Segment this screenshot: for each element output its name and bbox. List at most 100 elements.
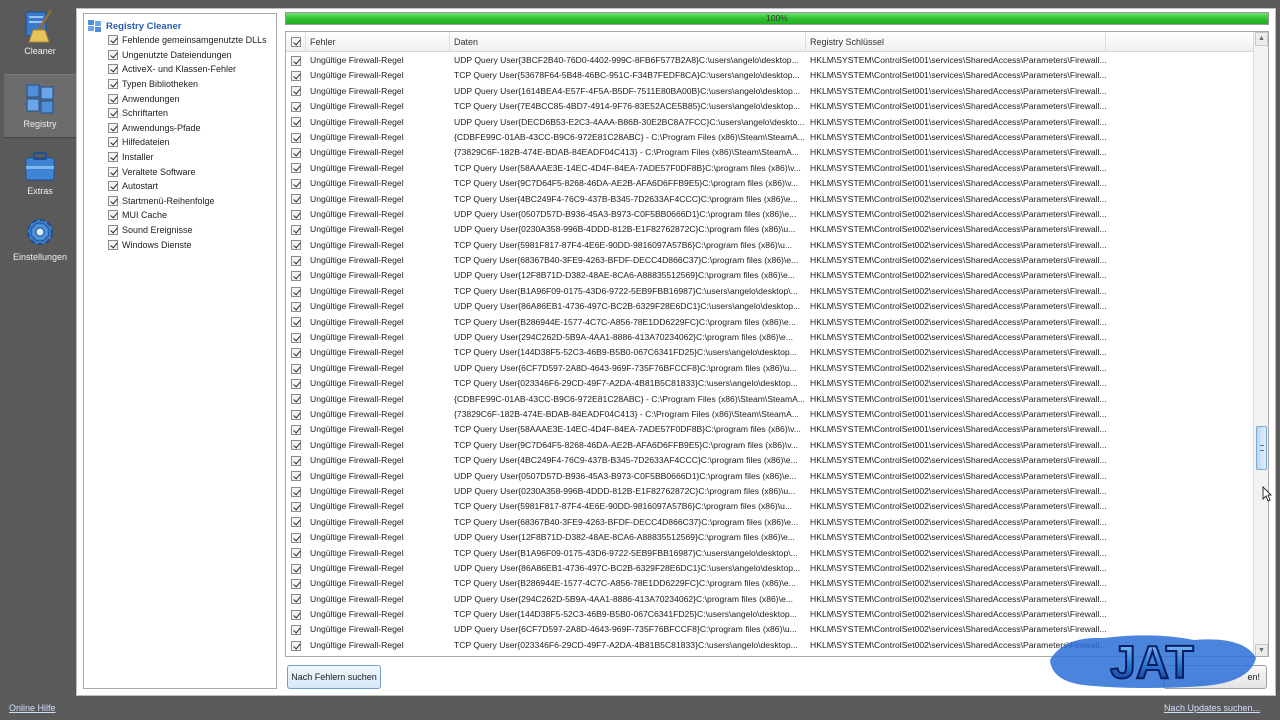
- tree-item[interactable]: Sound Ereignisse: [108, 223, 267, 238]
- table-row[interactable]: Ungültige Firewall-Regel UDP Query User{1…: [286, 530, 1254, 545]
- table-row[interactable]: Ungültige Firewall-Regel TCP Query User{6…: [286, 515, 1254, 530]
- table-row[interactable]: Ungültige Firewall-Regel TCP Query User{5…: [286, 68, 1254, 83]
- checkbox[interactable]: [291, 317, 301, 328]
- row-checkbox-cell[interactable]: [291, 99, 305, 114]
- checkbox[interactable]: [291, 37, 301, 47]
- table-row[interactable]: Ungültige Firewall-Regel {CDBFE99C-01AB-4…: [286, 130, 1254, 145]
- row-checkbox-cell[interactable]: [291, 422, 305, 437]
- checkbox[interactable]: [108, 239, 118, 250]
- checkbox[interactable]: [291, 409, 301, 420]
- row-checkbox-cell[interactable]: [291, 84, 305, 99]
- row-checkbox-cell[interactable]: [291, 299, 305, 314]
- column-header-fehler[interactable]: Fehler: [306, 32, 450, 52]
- table-row[interactable]: Ungültige Firewall-Regel TCP Query User{B…: [286, 315, 1254, 330]
- checkbox[interactable]: [291, 71, 301, 82]
- checkbox[interactable]: [108, 49, 118, 60]
- checkbox[interactable]: [291, 224, 301, 235]
- tree-item[interactable]: Typen Bibliotheken: [108, 77, 267, 92]
- checkbox[interactable]: [108, 195, 118, 206]
- row-checkbox-cell[interactable]: [291, 515, 305, 530]
- row-checkbox-cell[interactable]: [291, 407, 305, 422]
- row-checkbox-cell[interactable]: [291, 499, 305, 514]
- checkbox[interactable]: [291, 117, 301, 128]
- checkbox[interactable]: [291, 101, 301, 112]
- row-checkbox-cell[interactable]: [291, 130, 305, 145]
- checkbox[interactable]: [291, 578, 301, 589]
- table-row[interactable]: Ungültige Firewall-Regel {73829C6F-182B-4…: [286, 145, 1254, 160]
- table-row[interactable]: Ungültige Firewall-Regel UDP Query User{D…: [286, 115, 1254, 130]
- tree-item[interactable]: Installer: [108, 150, 267, 165]
- checkbox[interactable]: [291, 563, 301, 574]
- tree-item[interactable]: Windows Dienste: [108, 237, 267, 252]
- row-checkbox-cell[interactable]: [291, 268, 305, 283]
- tree-item[interactable]: Anwendungen: [108, 91, 267, 106]
- table-row[interactable]: Ungültige Firewall-Regel TCP Query User{B…: [286, 546, 1254, 561]
- checkbox[interactable]: [291, 378, 301, 389]
- tree-item[interactable]: MUI Cache: [108, 208, 267, 223]
- table-row[interactable]: Ungültige Firewall-Regel TCP Query User{1…: [286, 607, 1254, 622]
- table-row[interactable]: Ungültige Firewall-Regel TCP Query User{5…: [286, 499, 1254, 514]
- checkbox[interactable]: [291, 471, 301, 482]
- select-all-checkbox[interactable]: [286, 32, 306, 52]
- checkbox[interactable]: [291, 425, 301, 436]
- checkbox[interactable]: [291, 548, 301, 559]
- nav-einstellungen[interactable]: Einstellungen: [4, 208, 76, 272]
- table-row[interactable]: Ungültige Firewall-Regel {73829C6F-182B-4…: [286, 407, 1254, 422]
- tree-root[interactable]: Registry Cleaner: [88, 18, 182, 34]
- row-checkbox-cell[interactable]: [291, 176, 305, 191]
- row-checkbox-cell[interactable]: [291, 207, 305, 222]
- row-checkbox-cell[interactable]: [291, 592, 305, 607]
- checkbox[interactable]: [108, 152, 118, 163]
- checkbox[interactable]: [291, 301, 301, 312]
- checkbox[interactable]: [291, 455, 301, 466]
- checkbox[interactable]: [291, 348, 301, 359]
- row-checkbox-cell[interactable]: [291, 453, 305, 468]
- checkbox[interactable]: [291, 502, 301, 513]
- tree-item[interactable]: Startmenü-Reihenfolge: [108, 194, 267, 209]
- tree-item[interactable]: ActiveX- und Klassen-Fehler: [108, 62, 267, 77]
- checkbox[interactable]: [291, 132, 301, 143]
- nav-cleaner[interactable]: Cleaner: [4, 2, 76, 66]
- table-row[interactable]: Ungültige Firewall-Regel UDP Query User{3…: [286, 53, 1254, 68]
- tree-item[interactable]: Fehlende gemeinsamgenutzte DLLs: [108, 33, 267, 48]
- nav-registry[interactable]: Registry: [4, 74, 76, 138]
- row-checkbox-cell[interactable]: [291, 53, 305, 68]
- nav-extras[interactable]: Extras: [4, 142, 76, 206]
- table-row[interactable]: Ungültige Firewall-Regel UDP Query User{1…: [286, 84, 1254, 99]
- row-checkbox-cell[interactable]: [291, 68, 305, 83]
- table-row[interactable]: Ungültige Firewall-Regel TCP Query User{B…: [286, 284, 1254, 299]
- row-checkbox-cell[interactable]: [291, 530, 305, 545]
- row-checkbox-cell[interactable]: [291, 192, 305, 207]
- checkbox[interactable]: [108, 181, 118, 192]
- row-checkbox-cell[interactable]: [291, 145, 305, 160]
- row-checkbox-cell[interactable]: [291, 438, 305, 453]
- table-row[interactable]: Ungültige Firewall-Regel UDP Query User{0…: [286, 484, 1254, 499]
- row-checkbox-cell[interactable]: [291, 330, 305, 345]
- table-row[interactable]: Ungültige Firewall-Regel UDP Query User{6…: [286, 361, 1254, 376]
- table-row[interactable]: Ungültige Firewall-Regel UDP Query User{1…: [286, 268, 1254, 283]
- checkbox[interactable]: [108, 225, 118, 236]
- online-help-link[interactable]: Online Hilfe: [9, 703, 56, 713]
- row-checkbox-cell[interactable]: [291, 469, 305, 484]
- checkbox[interactable]: [291, 55, 301, 66]
- checkbox[interactable]: [291, 532, 301, 543]
- checkbox[interactable]: [108, 137, 118, 148]
- table-row[interactable]: Ungültige Firewall-Regel UDP Query User{0…: [286, 207, 1254, 222]
- table-row[interactable]: Ungültige Firewall-Regel TCP Query User{4…: [286, 192, 1254, 207]
- table-row[interactable]: Ungültige Firewall-Regel UDP Query User{2…: [286, 330, 1254, 345]
- row-checkbox-cell[interactable]: [291, 392, 305, 407]
- checkbox[interactable]: [291, 194, 301, 205]
- scroll-up-button[interactable]: ▲: [1255, 32, 1268, 46]
- checkbox[interactable]: [291, 148, 301, 159]
- column-header-daten[interactable]: Daten: [450, 32, 806, 52]
- checkbox[interactable]: [291, 178, 301, 189]
- checkbox[interactable]: [291, 209, 301, 220]
- checkbox[interactable]: [291, 271, 301, 282]
- checkbox[interactable]: [291, 640, 301, 651]
- table-row[interactable]: Ungültige Firewall-Regel TCP Query User{5…: [286, 161, 1254, 176]
- checkbox[interactable]: [291, 240, 301, 251]
- checkbox[interactable]: [291, 486, 301, 497]
- row-checkbox-cell[interactable]: [291, 607, 305, 622]
- table-row[interactable]: Ungültige Firewall-Regel UDP Query User{8…: [286, 561, 1254, 576]
- row-checkbox-cell[interactable]: [291, 561, 305, 576]
